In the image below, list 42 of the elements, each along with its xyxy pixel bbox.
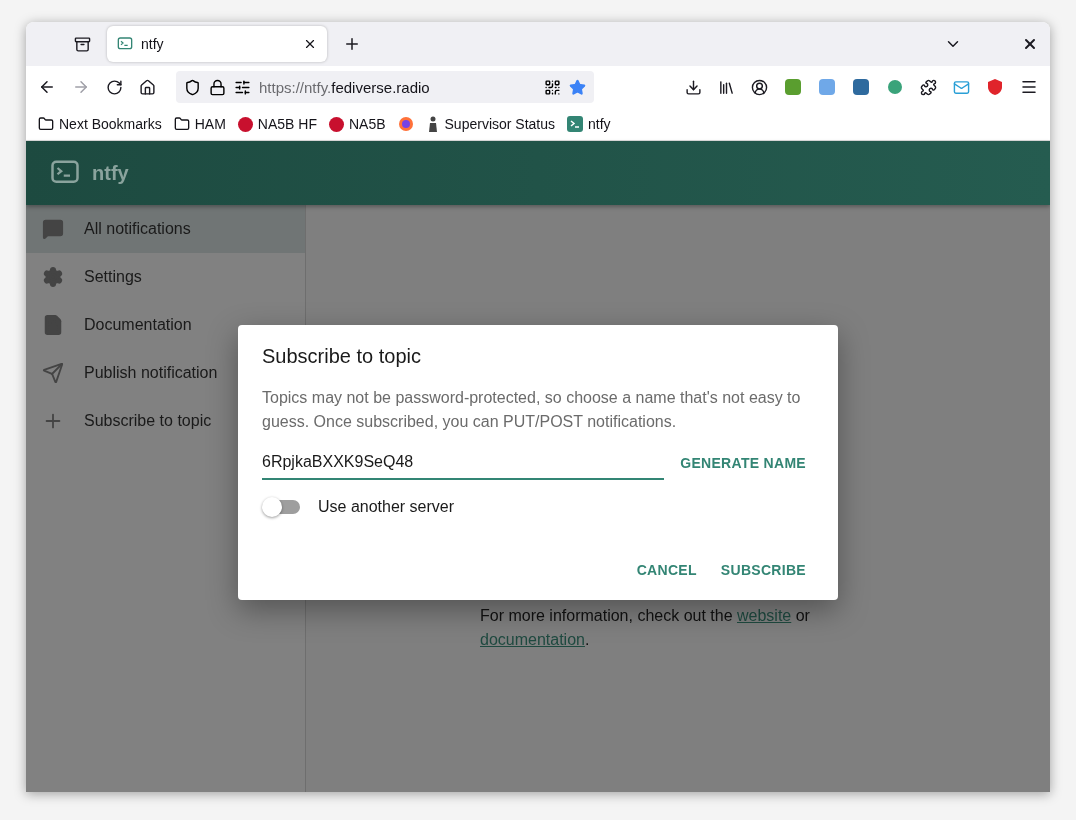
- send-icon: [42, 362, 64, 384]
- chat-bubble-icon: [42, 218, 64, 240]
- bookmark[interactable]: NA5B HF: [237, 116, 317, 132]
- bookmark[interactable]: Next Bookmarks: [38, 116, 162, 132]
- toggle-label: Use another server: [318, 498, 455, 516]
- browser-logo-icon: [397, 116, 414, 132]
- ntfy-favicon-icon: [117, 36, 133, 52]
- dialog-button[interactable]: CANCEL: [628, 556, 705, 584]
- shield-extension-icon[interactable]: [986, 78, 1004, 96]
- generate-name-button[interactable]: GENERATE NAME: [672, 449, 814, 477]
- bookmark[interactable]: HAM: [173, 116, 226, 132]
- app-title: ntfy: [92, 161, 129, 185]
- ntfy-logo-icon: [567, 116, 584, 132]
- info-text: For more information, check out the website or documentation.: [480, 606, 811, 650]
- dialog-description: Topics may not be password-protected, so choose a name that's not easy to guess. Once subscribed, you can PUT/POST notifications.: [262, 388, 802, 432]
- bookmark[interactable]: NA5B: [328, 116, 386, 132]
- url-text: https://ntfy.fediverse.radio: [259, 78, 431, 96]
- document-icon: [42, 314, 64, 336]
- sidebar-item[interactable]: All notifications: [26, 205, 305, 253]
- dialog-button[interactable]: SUBSCRIBE: [712, 556, 814, 584]
- extension-icon[interactable]: [852, 78, 870, 96]
- bookmark[interactable]: ntfy: [567, 116, 611, 132]
- rx-logo-icon: [328, 116, 344, 132]
- circle-extension-icon[interactable]: [886, 78, 904, 96]
- extension-icon[interactable]: [784, 78, 802, 96]
- documentation-link[interactable]: documentation: [480, 631, 585, 648]
- server-toggle[interactable]: [264, 500, 300, 514]
- settings-icon: [42, 266, 64, 288]
- shield-icon[interactable]: [184, 78, 201, 96]
- qr-code-icon[interactable]: [544, 78, 561, 96]
- sliders-icon[interactable]: [234, 78, 251, 96]
- lock-icon[interactable]: [209, 78, 226, 96]
- bookmark[interactable]: Supervisor Status: [425, 116, 556, 132]
- folder-icon: [38, 116, 54, 132]
- rx-logo-icon: [237, 116, 253, 132]
- close-icon[interactable]: [303, 37, 317, 51]
- address-bar[interactable]: https://ntfy.fediverse.radio: [176, 71, 594, 103]
- star-icon[interactable]: [569, 78, 586, 96]
- folder-icon: [173, 116, 190, 132]
- website-link[interactable]: website: [737, 607, 792, 624]
- browser-tab[interactable]: ntfy: [107, 26, 327, 62]
- sidebar-item[interactable]: Settings: [26, 253, 305, 301]
